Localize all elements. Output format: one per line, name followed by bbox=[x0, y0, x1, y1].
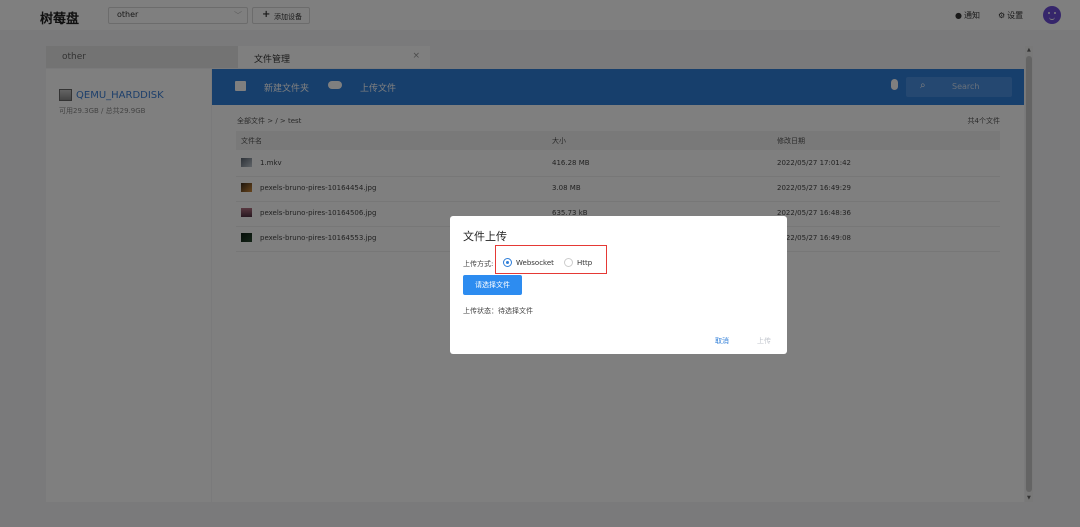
dialog-title: 文件上传 bbox=[463, 230, 507, 243]
upload-method-label: 上传方式: bbox=[463, 260, 494, 268]
upload-button[interactable]: 上传 bbox=[757, 336, 771, 346]
cancel-button[interactable]: 取消 bbox=[715, 336, 729, 346]
upload-dialog: 文件上传 上传方式: Websocket Http 请选择文件 上传状态：待选择… bbox=[450, 216, 787, 354]
highlight-box bbox=[495, 245, 607, 274]
upload-status: 上传状态：待选择文件 bbox=[463, 307, 533, 315]
choose-file-button[interactable]: 请选择文件 bbox=[463, 275, 522, 295]
